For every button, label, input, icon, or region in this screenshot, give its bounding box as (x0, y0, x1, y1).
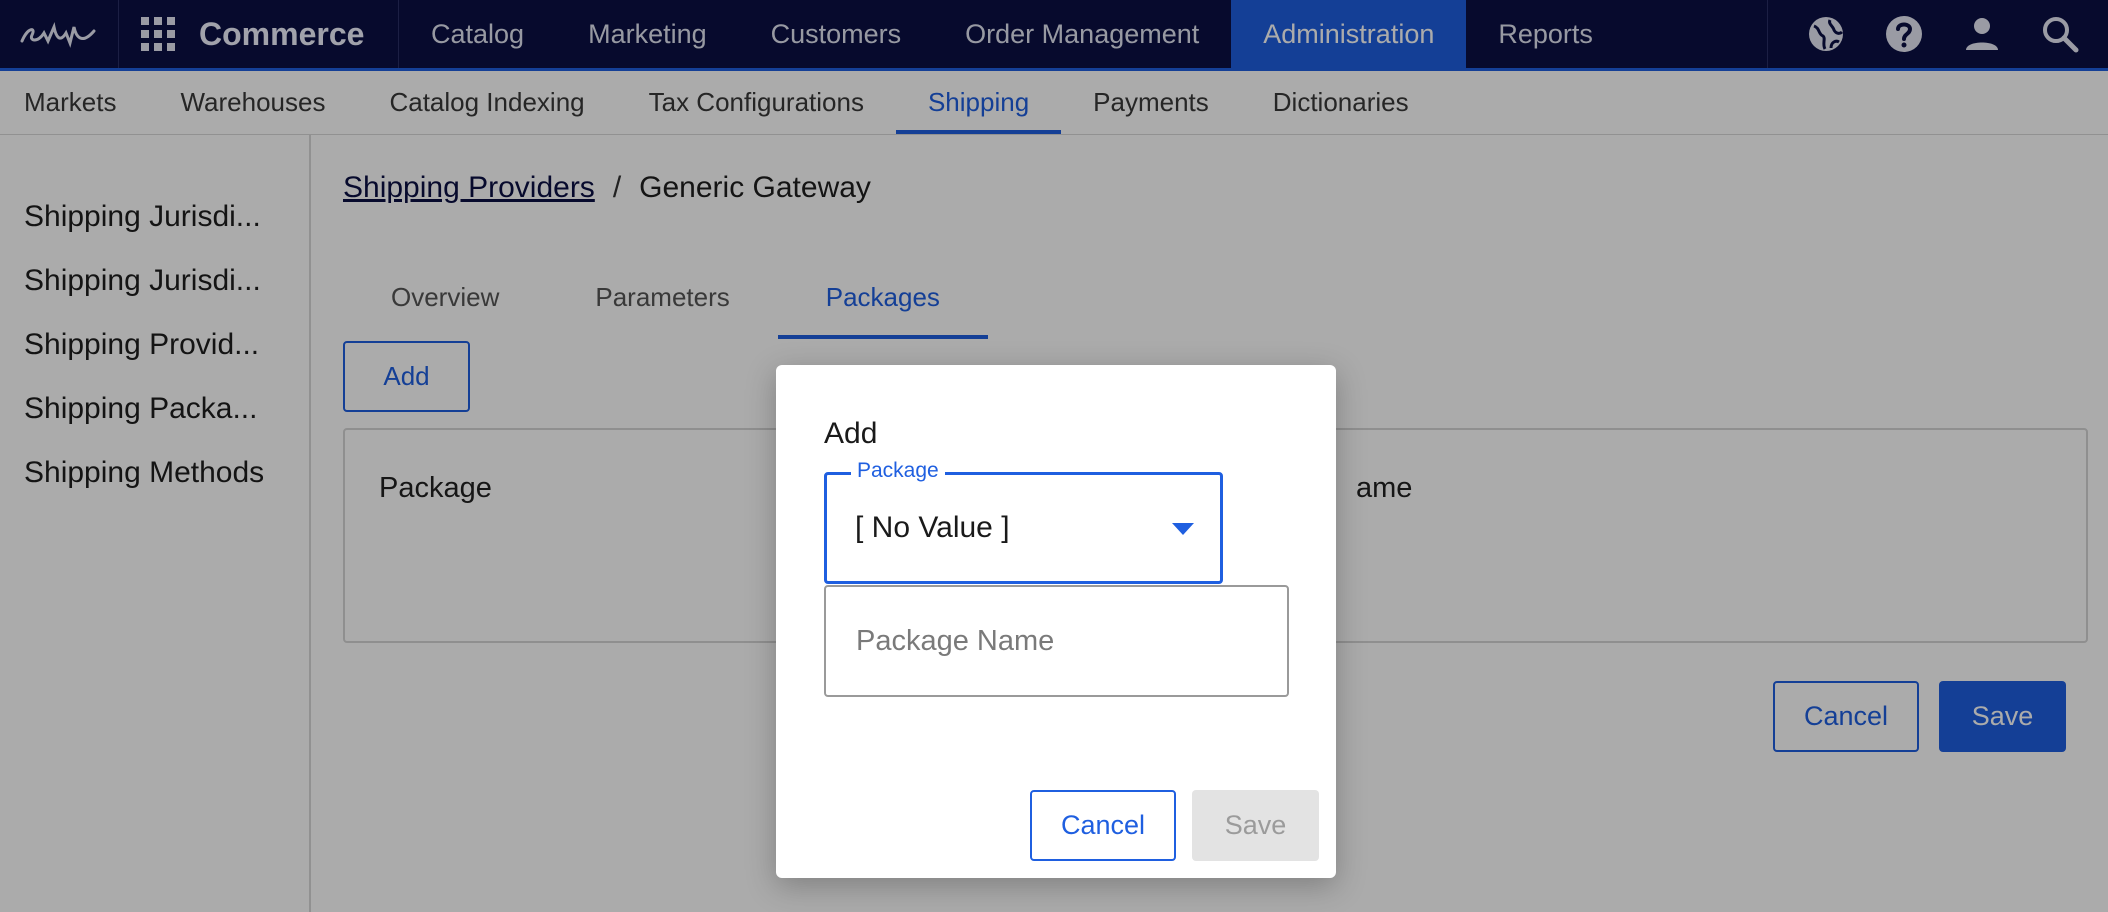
package-name-input[interactable] (826, 587, 1287, 695)
package-select[interactable]: Package [ No Value ] (824, 459, 1223, 584)
dialog-cancel-button[interactable]: Cancel (1030, 790, 1176, 861)
add-package-dialog: Add Package [ No Value ] Cancel Save (776, 365, 1336, 878)
package-select-label: Package (851, 459, 945, 483)
dialog-save-button: Save (1192, 790, 1319, 861)
dialog-title: Add (824, 417, 878, 450)
package-select-value: [ No Value ] (855, 511, 1010, 544)
package-name-field[interactable] (824, 585, 1289, 697)
chevron-down-icon[interactable] (1172, 523, 1194, 535)
